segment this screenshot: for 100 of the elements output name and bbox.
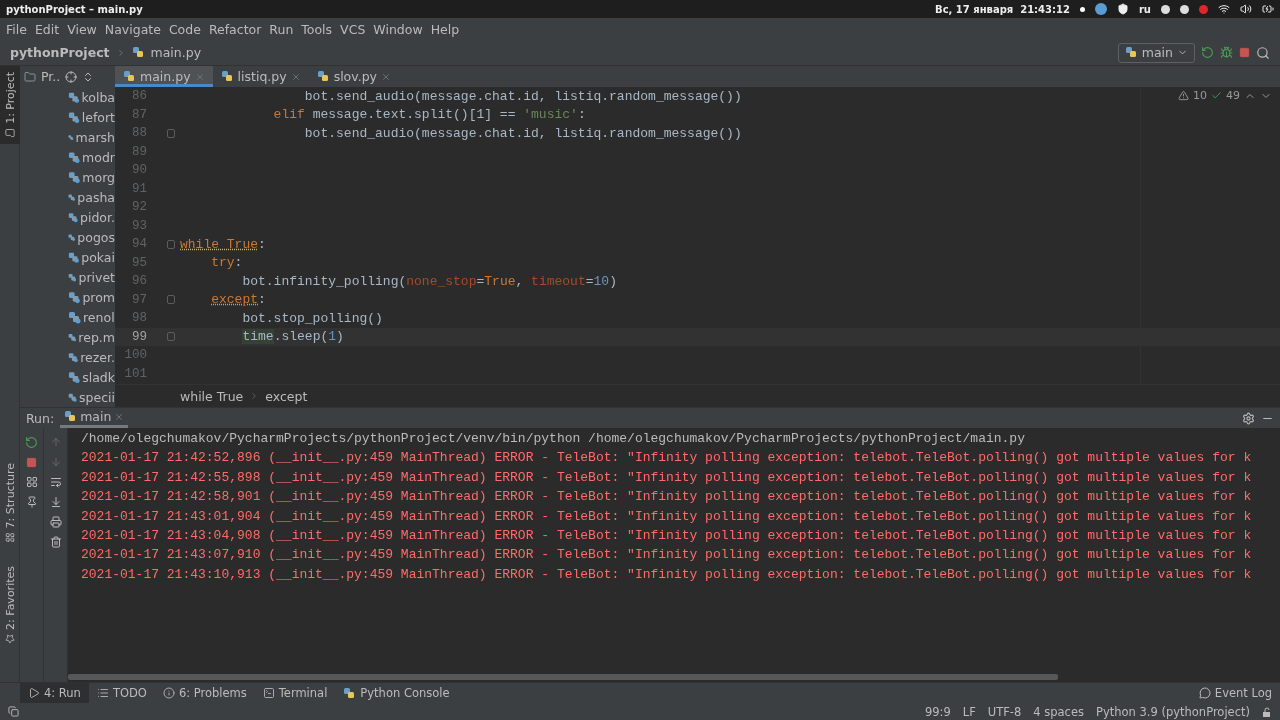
tool-window-tab[interactable]: 4: Run [20,682,89,704]
project-file[interactable]: pasha [77,189,115,205]
project-file[interactable]: renol [83,309,115,325]
code-breadcrumb[interactable]: while True [180,388,244,404]
menu-item[interactable]: Code [164,21,205,37]
project-file[interactable]: sladk [82,369,115,385]
breadcrumb-project[interactable]: pythonProject [10,45,110,60]
project-file[interactable]: rezer. [80,349,115,365]
stop-icon[interactable] [1239,47,1250,58]
warning-count: 10 [1193,89,1207,102]
fold-marker-icon[interactable] [166,128,175,138]
terminal-icon [262,687,275,699]
rerun-icon[interactable] [25,436,38,449]
project-file[interactable]: specii [79,389,115,405]
code-line: try: [210,255,243,271]
editor-tab[interactable]: listiq.py [212,66,309,87]
clock: Вс, 17 января 21:43:12 [935,3,1070,15]
project-file[interactable]: pidor. [80,209,115,225]
menu-item[interactable]: VCS [336,21,370,37]
console-line: 2021-01-17 21:42:55,898 (__init__.py:459 MainThread) ERROR - TeleBot: "Infinity polling exception: telebot.TeleBot.polling() got multiple values for k [81,469,1253,487]
pin-icon[interactable] [25,496,38,508]
maximize-icon[interactable] [1180,4,1189,14]
menu-item[interactable]: Run [265,21,298,37]
console-line: 2021-01-17 21:43:04,908 (__init__.py:459 MainThread) ERROR - TeleBot: "Infinity polling exception: telebot.TeleBot.polling() got multiple values for k [81,527,1253,545]
keyboard-layout[interactable]: ru [1138,3,1151,15]
project-file[interactable]: lefort [81,109,115,125]
status-item[interactable]: UTF-8 [987,704,1022,719]
trash-icon[interactable] [49,536,62,548]
side-tab[interactable]: 2: Favorites [0,560,20,650]
fold-marker-icon[interactable] [166,239,175,249]
tool-windows-icon[interactable] [8,706,19,717]
scrollbar[interactable] [68,674,1058,680]
editor-tab[interactable]: main.py [115,66,213,87]
tool-window-tab[interactable]: Python Console [335,682,458,704]
menu-item[interactable]: Refactor [204,21,266,37]
breadcrumb-file[interactable]: main.py [150,45,202,60]
status-item[interactable]: LF [962,704,976,719]
menu-item[interactable]: Help [426,21,464,37]
minimize-icon[interactable] [1161,4,1170,14]
status-item[interactable]: 4 spaces [1033,704,1084,719]
menu-item[interactable]: View [63,21,101,37]
project-file[interactable]: kolba [81,89,115,105]
star-icon [5,634,15,644]
close-icon[interactable] [114,411,125,422]
menu-item[interactable]: Edit [30,21,64,37]
battery-icon[interactable] [1262,3,1274,15]
editor-tab[interactable]: slov.py [308,66,399,87]
volume-icon[interactable] [1240,3,1252,15]
project-file[interactable]: modr [82,149,115,165]
close-icon[interactable] [290,71,301,82]
bug-icon[interactable] [1220,46,1233,59]
locate-icon[interactable] [65,70,78,83]
side-tab[interactable]: 1: Project [0,66,20,144]
menu-item[interactable]: Navigate [100,21,165,37]
rerun-icon[interactable] [1201,46,1214,59]
line-number: 86 [131,89,147,104]
wrap-icon[interactable] [49,476,62,488]
run-config-dropdown[interactable]: main [1117,42,1195,63]
menu-item[interactable]: File [2,21,31,37]
tool-window-tab[interactable]: Terminal [254,682,336,704]
status-dot-icon [1079,6,1085,12]
project-file[interactable]: pogos [77,229,115,245]
warning-icon [1178,90,1189,101]
status-item[interactable]: 99:9 [924,704,951,719]
printer-icon[interactable] [49,516,62,528]
menu-item[interactable]: Tools [297,21,337,37]
code-line: while True: [180,236,266,252]
project-file[interactable]: pokai [81,249,115,265]
tool-window-tab[interactable]: 6: Problems [154,682,255,704]
fold-marker-icon[interactable] [166,295,175,305]
layout-icon[interactable] [25,476,38,488]
settings-icon[interactable] [1242,411,1255,425]
lock-icon[interactable] [1262,706,1272,717]
list-icon [96,687,109,699]
wifi-icon[interactable] [1218,3,1230,15]
panel-title-dropdown[interactable]: Pr.. [41,69,61,84]
fold-marker-icon[interactable] [166,332,175,342]
python-file-icon [123,70,136,83]
code-breadcrumb[interactable]: except [265,388,308,404]
shield-icon[interactable] [1116,3,1129,15]
python-file-icon [68,210,79,224]
scroll-to-end-icon[interactable] [49,496,62,508]
line-number: 90 [131,163,147,178]
project-file[interactable]: morg [82,169,115,185]
menu-item[interactable]: Window [369,21,427,37]
close-icon[interactable] [1199,4,1208,14]
side-tab[interactable]: 7: Structure [0,456,20,549]
tool-window-tab[interactable]: TODO [88,682,155,704]
project-file[interactable]: prom [82,289,115,305]
search-icon[interactable] [1256,45,1270,60]
event-log-tab[interactable]: Event Log [1190,682,1280,704]
code-line: except: [210,292,266,308]
project-file[interactable]: privet [78,269,115,285]
console-line: /home/olegchumakov/PycharmProjects/pythonProject/venv/bin/python /home/olegchumakov/PycharmProjects/pythonProject/main.py [81,431,1026,448]
project-file[interactable]: rep.m [78,329,115,345]
project-file[interactable]: marsh [75,129,115,145]
close-icon[interactable] [381,71,391,82]
status-item[interactable]: Python 3.9 (pythonProject) [1096,704,1250,719]
stop-icon[interactable] [26,457,37,468]
python-file-icon [68,90,80,104]
